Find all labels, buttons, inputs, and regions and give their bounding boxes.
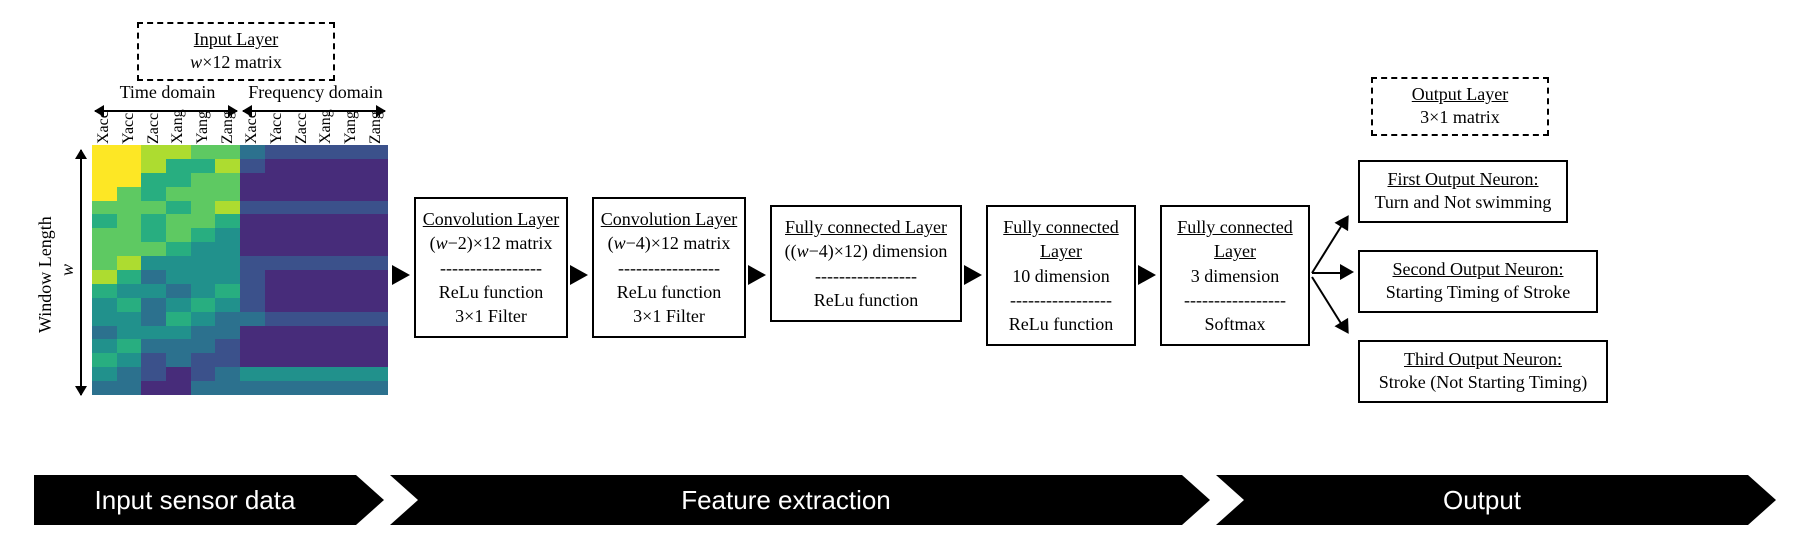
input-layer-title: Input Layer: [149, 28, 323, 51]
output3-desc: Stroke (Not Starting Timing): [1370, 371, 1596, 394]
fc3-act: Softmax: [1168, 312, 1302, 336]
heatmap-image: [92, 145, 388, 395]
window-length-arrow: [80, 150, 82, 395]
fan-line-3: [1311, 276, 1344, 328]
conv2-filter: 3×1 Filter: [600, 304, 738, 328]
window-length-label: Window Length: [35, 200, 56, 350]
fc1-shape: ((w−4)×12) dimension: [778, 239, 954, 263]
fan-head-2: [1340, 264, 1354, 280]
stage-2-label: Feature extraction: [390, 475, 1182, 525]
stage-1: Input sensor data: [34, 475, 384, 525]
chan-1: Yacc: [120, 126, 138, 144]
stage-3-label: Output: [1216, 475, 1748, 525]
fc3-shape: 3 dimension: [1168, 264, 1302, 288]
conv1-filter: 3×1 Filter: [422, 304, 560, 328]
chan-0: Xacc: [95, 126, 113, 144]
chan-2: Zacc: [145, 126, 163, 144]
output1-desc: Turn and Not swimming: [1370, 191, 1556, 214]
chan-11: Zang: [367, 126, 385, 144]
output2-desc: Starting Timing of Stroke: [1370, 281, 1586, 304]
stage-row: Input sensor data Feature extraction Out…: [34, 475, 1784, 525]
output1-box: First Output Neuron: Turn and Not swimmi…: [1358, 160, 1568, 223]
conv2-box: Convolution Layer (w−4)×12 matrix ------…: [592, 197, 746, 338]
sep: -----------------: [778, 264, 954, 288]
sep: -----------------: [1168, 288, 1302, 312]
input-layer-box: Input Layer w×12 matrix: [137, 22, 335, 81]
output1-title: First Output Neuron:: [1370, 168, 1556, 191]
arrow-4: [964, 265, 982, 285]
sep: -----------------: [600, 256, 738, 280]
input-layer-shape: w×12 matrix: [149, 51, 323, 74]
fc1-title: Fully connected Layer: [778, 215, 954, 239]
chan-4: Yang: [194, 126, 212, 144]
freq-domain-label: Frequency domain: [238, 82, 393, 103]
conv1-box: Convolution Layer (w−2)×12 matrix ------…: [414, 197, 568, 338]
freq-domain-arrow: [243, 110, 385, 112]
output3-title: Third Output Neuron:: [1370, 348, 1596, 371]
fc1-box: Fully connected Layer ((w−4)×12) dimensi…: [770, 205, 962, 322]
arrow-5: [1138, 265, 1156, 285]
fc2-box: Fully connected Layer 10 dimension -----…: [986, 205, 1136, 346]
arrow-1: [392, 265, 410, 285]
sep: -----------------: [994, 288, 1128, 312]
output-layer-box: Output Layer 3×1 matrix: [1371, 77, 1549, 136]
diagram-root: Input Layer w×12 matrix Output Layer 3×1…: [0, 0, 1794, 549]
output2-title: Second Output Neuron:: [1370, 258, 1586, 281]
fc2-shape: 10 dimension: [994, 264, 1128, 288]
output3-box: Third Output Neuron: Stroke (Not Startin…: [1358, 340, 1608, 403]
sep: -----------------: [422, 256, 560, 280]
arrow-2: [570, 265, 588, 285]
chan-6: Xacc: [243, 126, 261, 144]
window-var-label: w: [57, 260, 78, 280]
chan-3: Xang: [169, 126, 187, 144]
stage-3: Output: [1216, 475, 1776, 525]
chan-10: Yang: [342, 126, 360, 144]
chan-7: Yacc: [268, 126, 286, 144]
chan-9: Xang: [317, 126, 335, 144]
fc1-act: ReLu function: [778, 288, 954, 312]
output-layer-title: Output Layer: [1383, 83, 1537, 106]
conv1-shape: (w−2)×12 matrix: [422, 231, 560, 255]
fc2-act: ReLu function: [994, 312, 1128, 336]
conv2-title: Convolution Layer: [600, 207, 738, 231]
output2-box: Second Output Neuron: Starting Timing of…: [1358, 250, 1598, 313]
conv1-title: Convolution Layer: [422, 207, 560, 231]
chan-5: Zang: [219, 126, 237, 144]
stage-2: Feature extraction: [390, 475, 1210, 525]
fc3-box: Fully connected Layer 3 dimension ------…: [1160, 205, 1310, 346]
chan-8: Zacc: [293, 126, 311, 144]
output-layer-shape: 3×1 matrix: [1383, 106, 1537, 129]
time-domain-label: Time domain: [100, 82, 235, 103]
arrow-3: [748, 265, 766, 285]
fc2-title: Fully connected Layer: [994, 215, 1128, 264]
conv2-shape: (w−4)×12 matrix: [600, 231, 738, 255]
fc3-title: Fully connected Layer: [1168, 215, 1302, 264]
conv1-act: ReLu function: [422, 280, 560, 304]
channel-labels: Xacc Yacc Zacc Xang Yang Zang Xacc Yacc …: [92, 118, 388, 144]
stage-1-label: Input sensor data: [34, 475, 356, 525]
time-domain-arrow: [95, 110, 237, 112]
conv2-act: ReLu function: [600, 280, 738, 304]
